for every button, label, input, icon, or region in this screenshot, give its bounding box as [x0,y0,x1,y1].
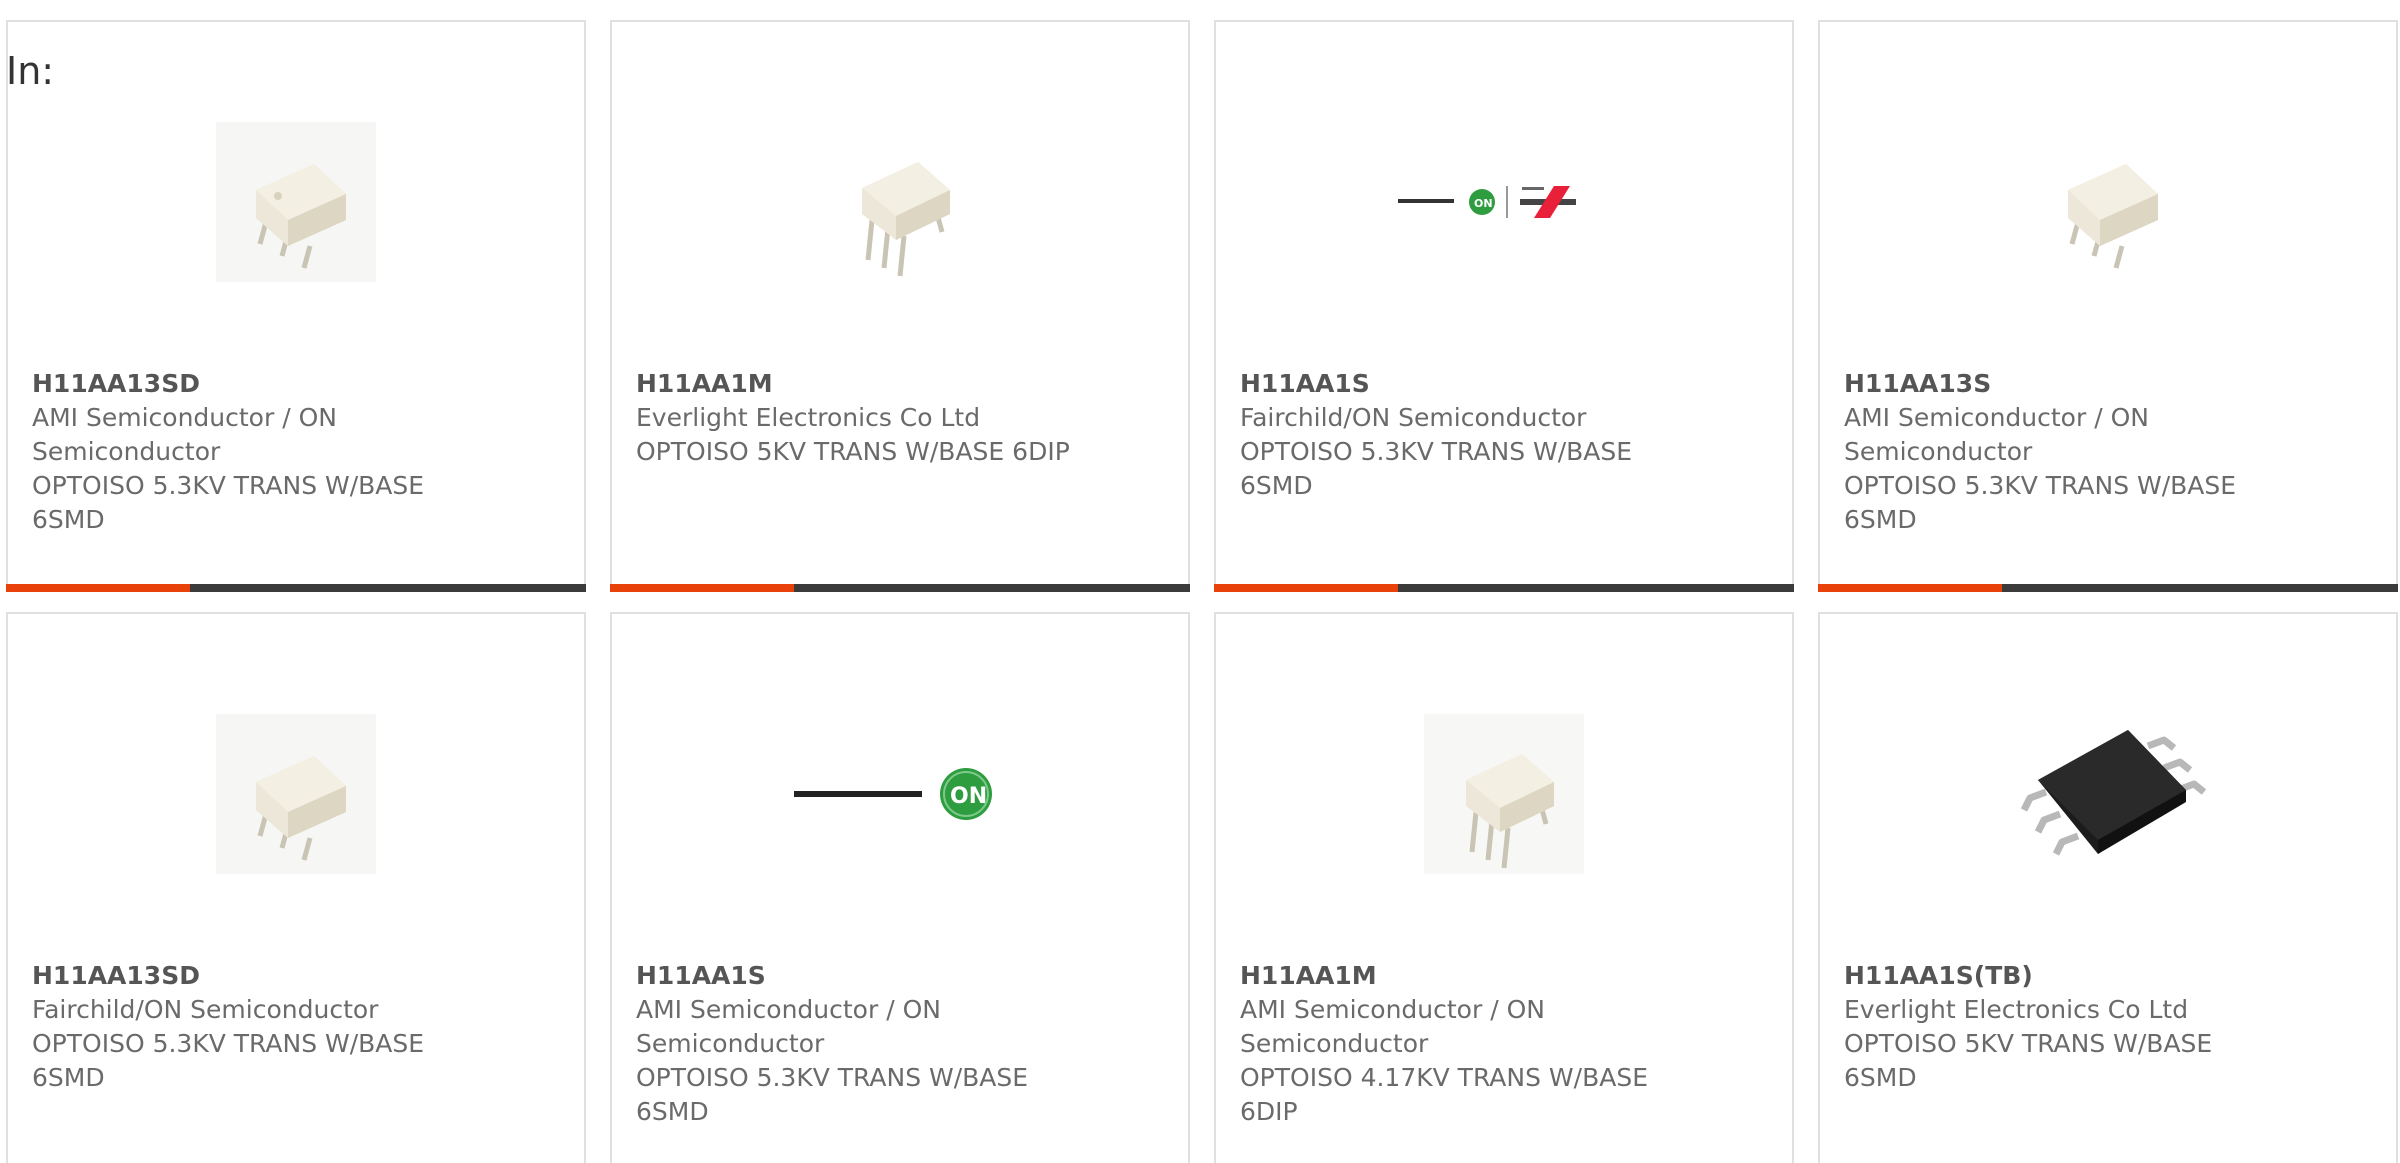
card-footer-bar [610,584,1190,592]
description: OPTOISO 5.3KV TRANS W/BASE 6SMD [32,1029,425,1092]
part-number[interactable]: H11AA1S [636,959,1076,993]
part-number[interactable]: H11AA1M [1240,959,1680,993]
product-info: H11AA1S(TB) Everlight Electronics Co Ltd… [1844,959,2284,1095]
product-info: H11AA1S Fairchild/ON Semiconductor OPTOI… [1240,367,1680,503]
black-smd-chip-icon [2020,730,2207,856]
product-card[interactable]: H11AA1M AMI Semiconductor / ON Semicondu… [1214,612,1794,1163]
description: OPTOISO 4.17KV TRANS W/BASE 6DIP [1240,1063,1648,1126]
part-number[interactable]: H11AA13SD [32,367,472,401]
product-card[interactable]: ON H11AA1S Fairchild/ON Semiconductor OP… [1214,20,1794,592]
card-footer-bar [6,584,586,592]
manufacturer: Fairchild/ON Semiconductor [32,995,379,1024]
manufacturer: Fairchild/ON Semiconductor [1240,403,1587,432]
product-info: H11AA13S AMI Semiconductor / ON Semicond… [1844,367,2284,537]
part-number[interactable]: H11AA13S [1844,367,2284,401]
manufacturer: AMI Semiconductor / ON Semiconductor [1844,403,2149,466]
product-card[interactable]: H11AA1S(TB) Everlight Electronics Co Ltd… [1818,612,2398,1163]
product-image [612,82,1188,322]
dip-chip-icon [1424,714,1584,874]
smd-chip-icon [216,714,376,874]
smd-chip-icon [2028,122,2188,282]
manufacturer: Everlight Electronics Co Ltd [636,403,981,432]
card-footer-bar [1214,584,1794,592]
product-info: H11AA13SD AMI Semiconductor / ON Semicon… [32,367,472,537]
product-image [8,674,584,914]
product-image [8,82,584,322]
svg-text:ON: ON [950,784,987,809]
product-card[interactable]: H11AA13SD AMI Semiconductor / ON Semicon… [6,20,586,592]
product-card[interactable]: H11AA13SD Fairchild/ON Semiconductor OPT… [6,612,586,1163]
product-info: H11AA1M AMI Semiconductor / ON Semicondu… [1240,959,1680,1129]
svg-text:ON: ON [1474,197,1493,210]
product-card[interactable]: H11AA13S AMI Semiconductor / ON Semicond… [1818,20,2398,592]
description: OPTOISO 5.3KV TRANS W/BASE 6SMD [32,471,425,534]
product-image [1216,674,1792,914]
part-number[interactable]: H11AA1S [1240,367,1680,401]
fairchild-logo: ON [1398,186,1576,218]
dip-chip-icon [820,122,980,282]
product-info: H11AA1M Everlight Electronics Co Ltd OPT… [636,367,1076,469]
product-info: H11AA13SD Fairchild/ON Semiconductor OPT… [32,959,472,1095]
smd-chip-icon [216,122,376,282]
product-card[interactable]: ON H11AA1S AMI Semiconductor / ON Semico… [610,612,1190,1163]
part-number[interactable]: H11AA13SD [32,959,472,993]
on-semi-logo: ON [794,768,992,820]
product-image [1820,674,2396,914]
product-info: H11AA1S AMI Semiconductor / ON Semicondu… [636,959,1076,1129]
product-image: ON [1216,82,1792,322]
product-image [1820,82,2396,322]
part-number[interactable]: H11AA1S(TB) [1844,959,2284,993]
product-image: ON [612,674,1188,914]
description: OPTOISO 5KV TRANS W/BASE 6DIP [636,437,1070,466]
manufacturer: AMI Semiconductor / ON Semiconductor [32,403,337,466]
product-grid: H11AA13SD AMI Semiconductor / ON Semicon… [6,20,2398,1163]
description: OPTOISO 5.3KV TRANS W/BASE 6SMD [1240,437,1633,500]
product-grid-page: In: H11AA13SD AMI Semiconductor / ON Sem [0,0,2400,1163]
description: OPTOISO 5.3KV TRANS W/BASE 6SMD [1844,471,2237,534]
manufacturer: AMI Semiconductor / ON Semiconductor [636,995,941,1058]
product-card[interactable]: H11AA1M Everlight Electronics Co Ltd OPT… [610,20,1190,592]
description: OPTOISO 5KV TRANS W/BASE 6SMD [1844,1029,2213,1092]
manufacturer: AMI Semiconductor / ON Semiconductor [1240,995,1545,1058]
part-number[interactable]: H11AA1M [636,367,1076,401]
manufacturer: Everlight Electronics Co Ltd [1844,995,2189,1024]
page-heading: In: [6,49,55,93]
description: OPTOISO 5.3KV TRANS W/BASE 6SMD [636,1063,1029,1126]
card-footer-bar [1818,584,2398,592]
